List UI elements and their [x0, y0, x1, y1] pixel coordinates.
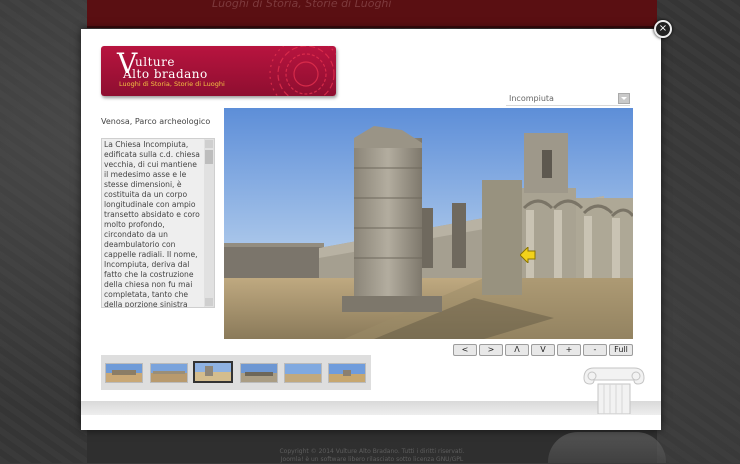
modal-footer-band	[81, 401, 661, 415]
scene-thumbnail[interactable]	[150, 363, 188, 383]
hotspot-arrow-icon[interactable]	[520, 247, 536, 263]
scene-thumbnail[interactable]	[284, 363, 322, 383]
site-logo: V ulture Alto bradano Luoghi di Storia, …	[101, 46, 336, 96]
close-icon: ×	[658, 23, 668, 34]
place-title: Venosa, Parco archeologico	[101, 117, 211, 126]
zoom-in-button[interactable]: +	[557, 344, 581, 356]
scene-thumbnail[interactable]	[328, 363, 366, 383]
description-box: La Chiesa Incompiuta, edificata sulla c.…	[101, 138, 215, 308]
description-scrollbar[interactable]	[204, 139, 214, 307]
scroll-down-button[interactable]	[205, 298, 213, 306]
scene-select-value: Incompiuta	[509, 94, 554, 103]
logo-rings-icon	[269, 46, 336, 96]
site-header-banner: Luoghi di Storia, Storie di Luoghi	[87, 0, 657, 28]
close-button[interactable]: ×	[654, 20, 672, 38]
pan-up-button[interactable]: Λ	[505, 344, 529, 356]
pan-down-button[interactable]: V	[531, 344, 555, 356]
site-header-tagline: Luoghi di Storia, Storie di Luoghi	[212, 0, 392, 10]
footer-column-decoration	[548, 432, 666, 463]
scroll-up-button[interactable]	[205, 140, 213, 148]
logo-line-2: Alto bradano	[123, 67, 208, 81]
ionic-column-icon	[583, 367, 645, 414]
thumbnail-strip	[101, 355, 371, 390]
fullscreen-button[interactable]: Full	[609, 344, 633, 356]
pan-right-button[interactable]: >	[479, 344, 503, 356]
scene-select[interactable]: Incompiuta	[506, 92, 630, 106]
scene-thumbnail-active[interactable]	[193, 361, 233, 383]
description-text: La Chiesa Incompiuta, edificata sulla c.…	[104, 140, 200, 308]
panorama-viewer[interactable]	[224, 108, 633, 339]
scroll-thumb[interactable]	[205, 150, 213, 164]
scene-thumbnail[interactable]	[105, 363, 143, 383]
zoom-out-button[interactable]: -	[583, 344, 607, 356]
chevron-down-icon[interactable]	[618, 93, 630, 104]
pan-left-button[interactable]: <	[453, 344, 477, 356]
panorama-image	[224, 108, 633, 339]
logo-subtitle: Luoghi di Storia, Storie di Luoghi	[119, 80, 225, 88]
scene-thumbnail[interactable]	[240, 363, 278, 383]
